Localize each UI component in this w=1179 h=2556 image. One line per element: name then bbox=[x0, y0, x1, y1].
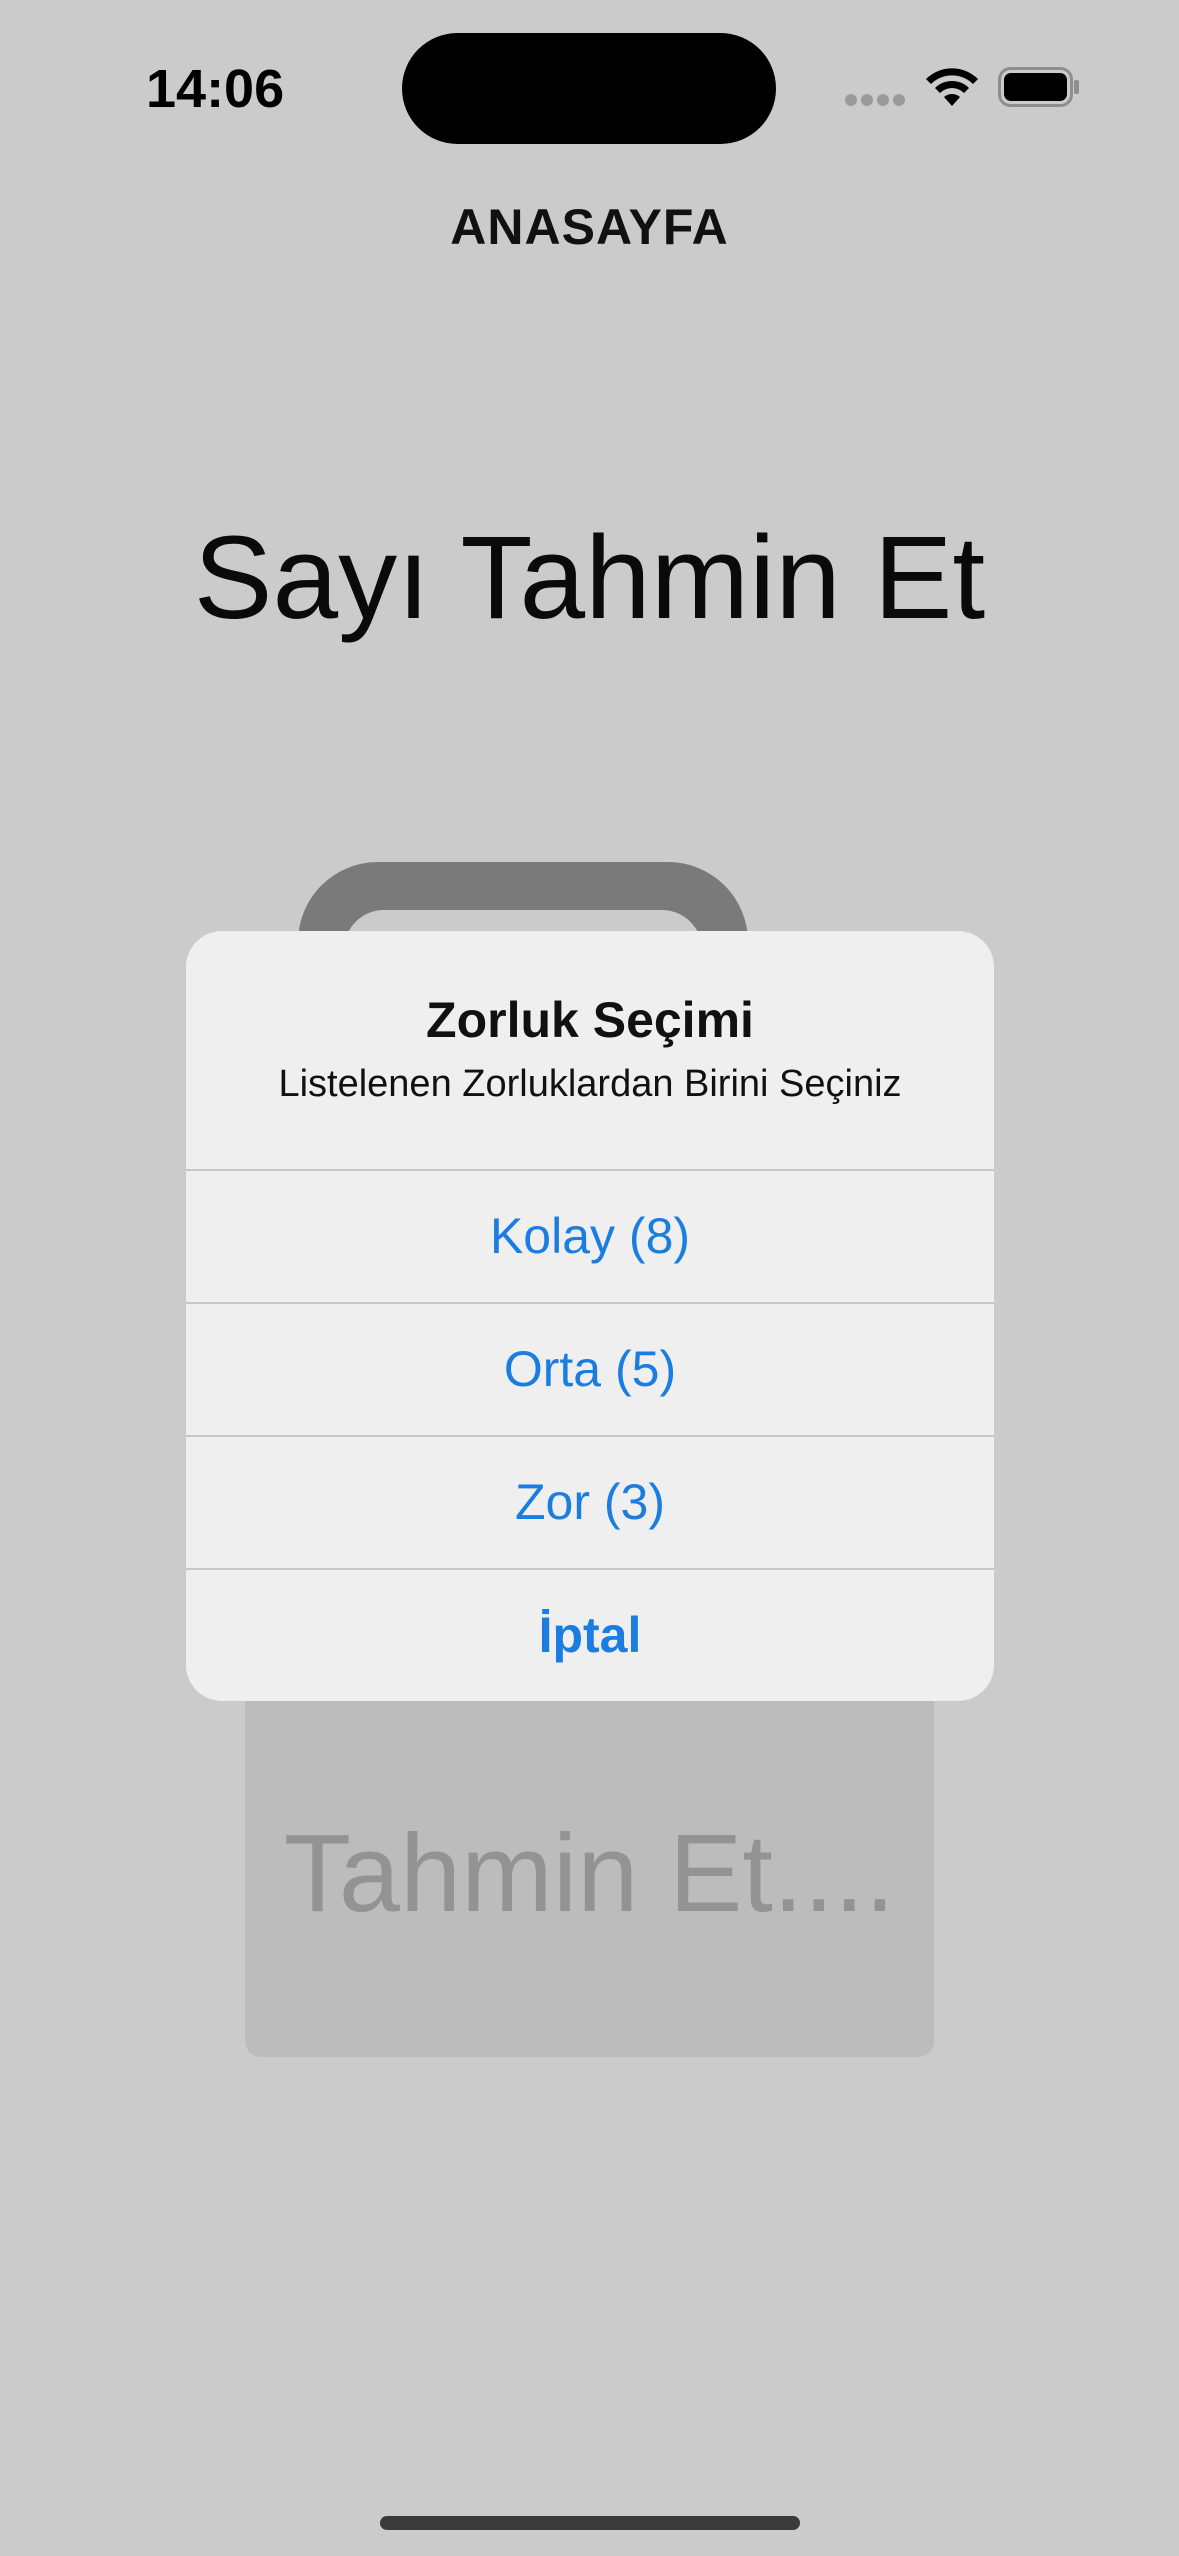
dynamic-island bbox=[402, 33, 776, 144]
alert-title: Zorluk Seçimi bbox=[426, 992, 754, 1048]
nav-title: ANASAYFA bbox=[450, 199, 729, 255]
alert-header: Zorluk Seçimi Listelenen Zorluklardan Bi… bbox=[186, 931, 994, 1169]
signal-dots-icon bbox=[845, 94, 905, 106]
guess-button: Tahmin Et.... bbox=[245, 1660, 934, 2057]
hard-action-button[interactable]: Zor (3) bbox=[186, 1435, 994, 1568]
screen: 14:06 ANASAYFA Sayı Tahmin Et Tahmin Et.… bbox=[0, 0, 1179, 2556]
guess-button-label: Tahmin Et.... bbox=[283, 1812, 896, 1935]
wifi-icon bbox=[926, 68, 978, 106]
page-title: Sayı Tahmin Et bbox=[193, 512, 986, 644]
status-time: 14:06 bbox=[146, 59, 285, 119]
alert-message: Listelenen Zorluklardan Birini Seçiniz bbox=[278, 1063, 902, 1105]
easy-action-button[interactable]: Kolay (8) bbox=[186, 1169, 994, 1302]
home-indicator[interactable] bbox=[380, 2516, 800, 2530]
medium-action-button[interactable]: Orta (5) bbox=[186, 1302, 994, 1435]
cancel-button[interactable]: İptal bbox=[186, 1568, 994, 1701]
battery-icon bbox=[998, 67, 1079, 107]
difficulty-alert: Zorluk Seçimi Listelenen Zorluklardan Bi… bbox=[186, 931, 994, 1701]
